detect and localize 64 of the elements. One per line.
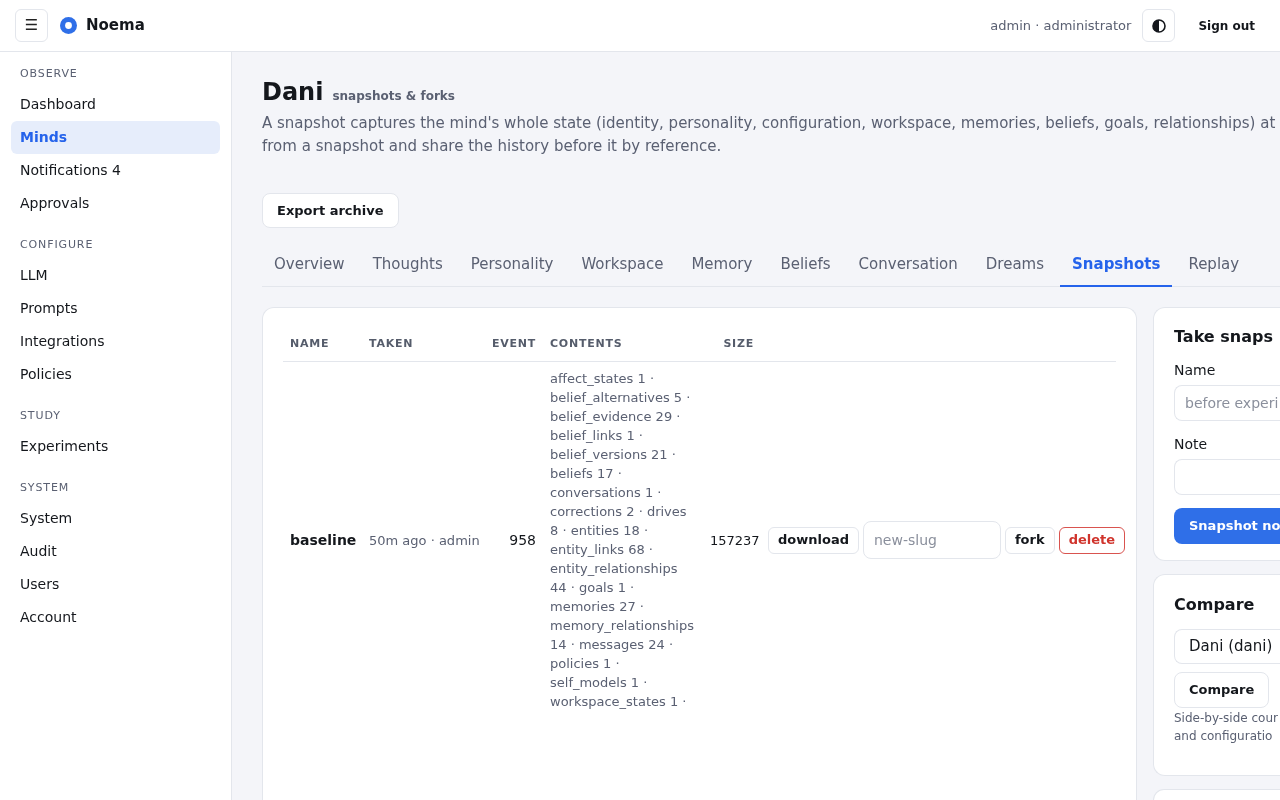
row-action-button[interactable]: download — [768, 526, 859, 554]
taken-cell: 50m ago · admin — [369, 533, 480, 548]
field-label: Note — [1174, 435, 1208, 453]
column-header: TAKEN — [369, 337, 414, 350]
mind-select[interactable]: Dani (dani) — [1174, 629, 1280, 664]
menu-button[interactable]: ☰ — [15, 9, 48, 42]
sidebar-item[interactable]: Minds — [11, 121, 220, 154]
sidebar-item[interactable]: Audit — [11, 535, 220, 568]
column-header: EVENT — [491, 337, 536, 350]
page-description: from a snapshot and share the history before it by reference. — [262, 136, 722, 157]
sidebar-item[interactable]: Users — [11, 568, 220, 601]
sidebar-section-label: SYSTEM — [19, 480, 71, 496]
column-header: CONTENTS — [550, 337, 623, 350]
size-cell: 157237 — [710, 533, 760, 548]
tab[interactable]: Conversation — [846, 243, 970, 287]
sidebar-item[interactable]: Prompts — [11, 292, 220, 325]
export-archive-button[interactable]: Export archive — [262, 193, 399, 228]
sidebar-item[interactable]: LLM — [11, 259, 220, 292]
contents-cell-text: affect_states 1 · belief_alternatives 5 · belief_evidence 29 · belief_links 1 · belief_versions 21 · beliefs 17 · conversations 1 · corrections 2 · drives 8 · entities 18 · entity_links 68 · entity_relationships 44 · goals 1 · memories 27 · memory_relationships 14 · messages 24 · policies 1 · self_models 1 · workspace_states 1 · — [550, 370, 695, 711]
contrast-icon — [1151, 18, 1166, 33]
sidebar-section-label: STUDY — [19, 408, 62, 424]
page-subtitle: snapshots & forks — [332, 88, 455, 105]
tab[interactable]: Replay — [1176, 243, 1252, 287]
sidebar-item[interactable]: Approvals — [11, 187, 220, 220]
row-action-button[interactable]: fork — [1004, 526, 1055, 554]
delete-button[interactable]: delete — [1058, 526, 1126, 554]
note-input-field[interactable] — [1174, 459, 1280, 495]
sidebar-item[interactable]: Policies — [11, 358, 220, 391]
tab[interactable]: Beliefs — [768, 243, 843, 287]
event-cell: 958 — [509, 532, 536, 548]
brand-name: Noema — [86, 15, 145, 37]
sidebar-section-label: CONFIGURE — [19, 237, 95, 253]
tab[interactable]: Personality — [458, 243, 566, 287]
column-header: NAME — [290, 337, 330, 350]
user-label: admin · administrator — [990, 16, 1132, 35]
slug-input-field[interactable]: new-slug — [862, 521, 1001, 559]
field-label: Name — [1174, 361, 1216, 379]
logo-icon — [60, 17, 77, 34]
help-text: and configuratio — [1174, 728, 1273, 745]
tab[interactable]: Memory — [679, 243, 765, 287]
sidebar-item[interactable]: Account — [11, 601, 220, 634]
sidebar-item[interactable]: Experiments — [11, 430, 220, 463]
theme-toggle-button[interactable] — [1142, 9, 1176, 42]
card-title: Compare — [1174, 594, 1255, 615]
help-text: Side-by-side cour — [1174, 710, 1278, 727]
card-title: Take snaps — [1174, 326, 1273, 347]
compare-button[interactable]: Compare — [1174, 672, 1270, 708]
sidebar-item[interactable]: Dashboard — [11, 88, 220, 121]
sidebar-item[interactable]: Notifications 4 — [11, 154, 220, 187]
page-description: A snapshot captures the mind's whole state (identity, personality, configuration, workspace, memories, beliefs, goals, relationships) at — [262, 113, 1276, 134]
page-title: Dani — [262, 77, 324, 108]
sidebar-item[interactable]: System — [11, 502, 220, 535]
name-input-field[interactable]: before experi — [1174, 385, 1280, 421]
tab[interactable]: Thoughts — [360, 243, 455, 287]
tab[interactable]: Overview — [262, 243, 357, 287]
sidebar-item[interactable]: Integrations — [11, 325, 220, 358]
sign-out-button[interactable]: Sign out — [1186, 9, 1267, 42]
tab[interactable]: Snapshots — [1060, 243, 1173, 287]
sidebar-section-label: OBSERVE — [19, 66, 79, 82]
snapshot-name: baseline — [290, 532, 357, 548]
snapshot-now-button[interactable]: Snapshot no — [1174, 508, 1280, 544]
tab[interactable]: Workspace — [569, 243, 676, 287]
tab[interactable]: Dreams — [973, 243, 1057, 287]
column-header: SIZE — [723, 337, 754, 350]
